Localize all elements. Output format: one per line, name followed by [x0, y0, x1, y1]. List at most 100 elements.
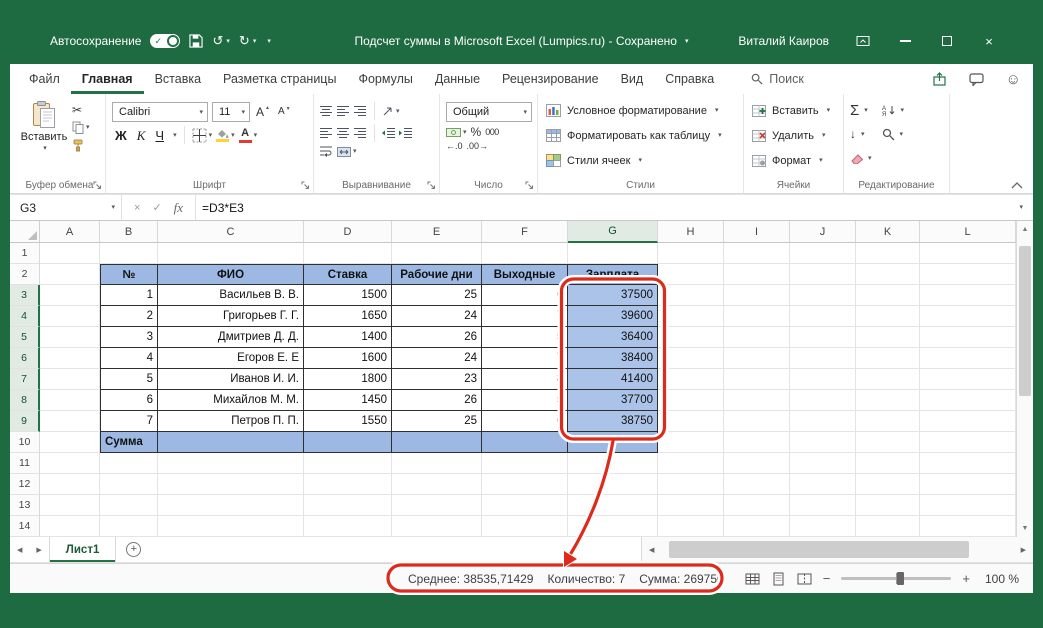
sheet-tab[interactable]: Лист1	[48, 537, 117, 562]
cell-B3[interactable]: 1	[100, 285, 158, 306]
cell-I4[interactable]	[724, 306, 790, 327]
column-header-J[interactable]: J	[790, 221, 856, 243]
decrease-font-button[interactable]: А ▼	[276, 105, 293, 119]
row-header-13[interactable]: 13	[10, 495, 40, 516]
cell-I13[interactable]	[724, 495, 790, 516]
cell-C1[interactable]	[158, 243, 304, 264]
cell-J6[interactable]	[790, 348, 856, 369]
name-box[interactable]: G3 ▾	[10, 195, 122, 220]
tab-insert[interactable]: Вставка	[144, 64, 212, 94]
status-count[interactable]: Количество: 7	[547, 572, 625, 586]
cell-E4[interactable]: 24	[392, 306, 482, 327]
cell-B5[interactable]: 3	[100, 327, 158, 348]
align-middle-button[interactable]	[337, 105, 350, 117]
cell-D11[interactable]	[304, 453, 392, 474]
column-header-C[interactable]: C	[158, 221, 304, 243]
cell-L1[interactable]	[920, 243, 1016, 264]
formula-cancel-button[interactable]: ×	[134, 202, 140, 214]
cell-D4[interactable]: 1650	[304, 306, 392, 327]
hscroll-right-icon[interactable]: ▶	[1014, 537, 1033, 562]
cell-C7[interactable]: Иванов И. И.	[158, 369, 304, 390]
dialog-launcher-icon[interactable]	[93, 181, 102, 190]
cell-H9[interactable]	[658, 411, 724, 432]
tab-view[interactable]: Вид	[610, 64, 655, 94]
cell-G5[interactable]: 36400	[568, 327, 658, 348]
cell-L14[interactable]	[920, 516, 1016, 537]
sort-filter-button[interactable]: АЯ ▾	[882, 98, 904, 122]
cell-J12[interactable]	[790, 474, 856, 495]
undo-button[interactable]: ↺ ▾	[212, 33, 229, 49]
cell-F12[interactable]	[482, 474, 568, 495]
cell-E6[interactable]: 24	[392, 348, 482, 369]
italic-button[interactable]: К	[134, 129, 149, 142]
ribbon-display-options-icon[interactable]	[855, 33, 871, 49]
redo-button[interactable]: ↻ ▾	[239, 33, 256, 49]
format-as-table-button[interactable]: Форматировать как таблицу ▾	[544, 123, 722, 148]
cell-L11[interactable]	[920, 453, 1016, 474]
cell-L9[interactable]	[920, 411, 1016, 432]
column-header-E[interactable]: E	[392, 221, 482, 243]
align-right-button[interactable]	[354, 127, 367, 139]
horizontal-scrollbar[interactable]: ◀ ▶	[641, 537, 1033, 562]
cell-A10[interactable]	[40, 432, 100, 453]
cell-L8[interactable]	[920, 390, 1016, 411]
cell-D7[interactable]: 1800	[304, 369, 392, 390]
cell-J14[interactable]	[790, 516, 856, 537]
save-icon[interactable]	[189, 34, 204, 48]
cell-I14[interactable]	[724, 516, 790, 537]
cell-K10[interactable]	[856, 432, 920, 453]
comma-style-button[interactable]: 000	[485, 127, 499, 137]
cell-J10[interactable]	[790, 432, 856, 453]
cell-K14[interactable]	[856, 516, 920, 537]
autosave-toggle[interactable]: ✓	[150, 34, 181, 48]
page-layout-view-button[interactable]	[771, 572, 786, 586]
cell-B8[interactable]: 6	[100, 390, 158, 411]
cell-I10[interactable]	[724, 432, 790, 453]
cell-K3[interactable]	[856, 285, 920, 306]
cell-B4[interactable]: 2	[100, 306, 158, 327]
cut-button[interactable]: ✂	[72, 104, 90, 116]
cell-C2[interactable]: ФИО	[158, 264, 304, 285]
align-bottom-button[interactable]	[354, 105, 367, 117]
column-header-I[interactable]: I	[724, 221, 790, 243]
cell-L12[interactable]	[920, 474, 1016, 495]
copy-button[interactable]: ▾	[72, 121, 90, 134]
cell-E10[interactable]	[392, 432, 482, 453]
cell-H5[interactable]	[658, 327, 724, 348]
autosum-button[interactable]: Σ ▾	[850, 98, 872, 122]
cell-D1[interactable]	[304, 243, 392, 264]
cell-K8[interactable]	[856, 390, 920, 411]
cell-I7[interactable]	[724, 369, 790, 390]
formula-bar-expand-icon[interactable]: ▾	[1009, 195, 1033, 220]
cell-D10[interactable]	[304, 432, 392, 453]
search-box[interactable]: Поиск	[751, 64, 804, 94]
merge-center-button[interactable]: ▾	[337, 146, 357, 157]
cell-C11[interactable]	[158, 453, 304, 474]
clear-button[interactable]: ▾	[850, 146, 872, 170]
decrease-indent-button[interactable]	[382, 128, 395, 138]
cell-G11[interactable]	[568, 453, 658, 474]
cell-L13[interactable]	[920, 495, 1016, 516]
cell-F1[interactable]	[482, 243, 568, 264]
cell-A1[interactable]	[40, 243, 100, 264]
cell-H13[interactable]	[658, 495, 724, 516]
share-icon[interactable]	[932, 72, 947, 86]
collapse-ribbon-icon[interactable]	[1011, 182, 1023, 189]
add-sheet-button[interactable]: +	[126, 542, 142, 557]
cell-C13[interactable]	[158, 495, 304, 516]
cell-E2[interactable]: Рабочие дни	[392, 264, 482, 285]
cell-B14[interactable]	[100, 516, 158, 537]
cell-D2[interactable]: Ставка	[304, 264, 392, 285]
tab-review[interactable]: Рецензирование	[491, 64, 610, 94]
insert-function-button[interactable]: fx	[174, 200, 183, 216]
dialog-launcher-icon[interactable]	[427, 181, 436, 190]
cell-A2[interactable]	[40, 264, 100, 285]
cell-F5[interactable]: 5	[482, 327, 568, 348]
conditional-formatting-button[interactable]: Условное форматирование ▾	[544, 98, 718, 123]
status-average[interactable]: Среднее: 38535,71429	[408, 572, 533, 586]
increase-decimal-button[interactable]: ←.0	[446, 142, 463, 151]
hscroll-thumb[interactable]	[669, 541, 970, 558]
orientation-button[interactable]: ▾	[382, 105, 400, 117]
cell-D8[interactable]: 1450	[304, 390, 392, 411]
cell-B11[interactable]	[100, 453, 158, 474]
